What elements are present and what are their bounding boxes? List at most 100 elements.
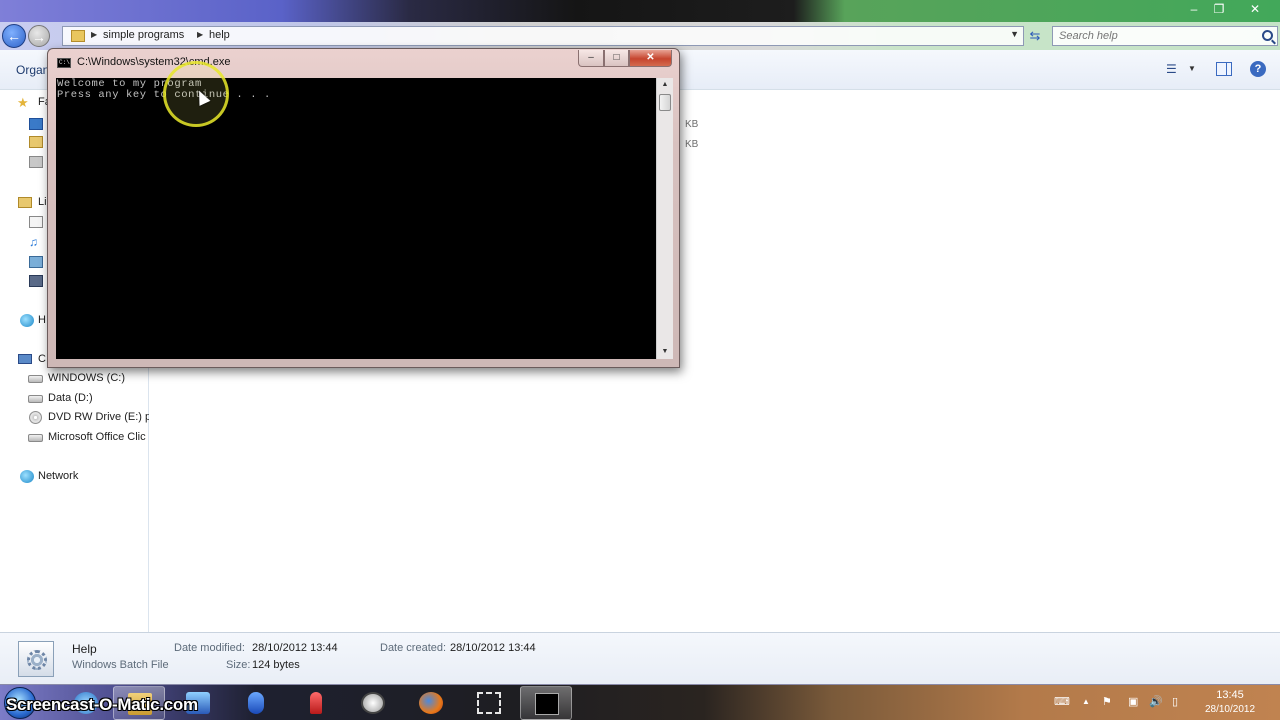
- nav-item-label: Data (D:): [48, 392, 93, 404]
- taskbar-firefox[interactable]: [405, 686, 457, 720]
- dvd-drive-icon: [29, 411, 42, 424]
- size-label: Size:: [226, 659, 251, 671]
- show-hidden-icons-icon[interactable]: ▲: [1082, 697, 1090, 706]
- organize-button[interactable]: Organ: [16, 63, 49, 77]
- cmd-icon: [535, 693, 559, 715]
- nav-item-label: H: [38, 314, 46, 326]
- chevron-right-icon[interactable]: ▶: [197, 30, 203, 39]
- close-icon: ✕: [646, 52, 655, 63]
- date-created-label: Date created:: [380, 642, 447, 654]
- screen-capture-icon: [477, 692, 501, 714]
- breadcrumb-item-simple-programs[interactable]: simple programs: [103, 29, 184, 41]
- batch-file-icon: [18, 641, 54, 677]
- battery-icon[interactable]: ▯: [1172, 695, 1178, 708]
- nav-item-label: Network: [38, 470, 79, 482]
- music-icon: ♫: [29, 235, 38, 249]
- libraries-icon: [18, 197, 32, 208]
- cmd-maximize-button[interactable]: □: [604, 50, 629, 67]
- minimize-icon[interactable]: –: [1183, 1, 1205, 17]
- date-modified-value: 28/10/2012 13:44: [252, 642, 338, 654]
- nav-item-label: WINDOWS (C:): [48, 372, 125, 384]
- search-input[interactable]: [1059, 29, 1249, 43]
- recording-watermark: Screencast-O-Matic.com: [6, 695, 198, 714]
- nav-item-label: Microsoft Office Clic: [48, 431, 146, 443]
- pictures-icon: [29, 256, 43, 268]
- refresh-icon: ⇆: [1029, 28, 1041, 43]
- keyboard-icon[interactable]: ⌨: [1054, 695, 1070, 708]
- folder-icon: [71, 30, 85, 42]
- search-box[interactable]: [1052, 26, 1278, 46]
- volume-icon[interactable]: 🔊: [1149, 695, 1163, 708]
- explorer-title-bar: – ❐ ✕: [0, 0, 1280, 22]
- maximize-icon: □: [613, 52, 620, 63]
- search-icon[interactable]: [1262, 30, 1273, 41]
- vertical-scrollbar[interactable]: ▲ ▼: [656, 78, 673, 359]
- cmd-close-button[interactable]: ✕: [629, 50, 672, 67]
- clock-date[interactable]: 28/10/2012: [1195, 704, 1265, 715]
- firefox-icon: [419, 692, 443, 714]
- file-size-cell: KB: [685, 139, 699, 150]
- hard-drive-icon: [28, 434, 43, 442]
- size-value: 124 bytes: [252, 659, 300, 671]
- scroll-up-icon[interactable]: ▲: [657, 78, 673, 92]
- hard-drive-icon: [28, 375, 43, 383]
- cmd-window[interactable]: C:\ C:\Windows\system32\cmd.exe – □ ✕ We…: [47, 48, 680, 368]
- cmd-icon: C:\: [57, 58, 71, 68]
- file-size-cell: KB: [685, 119, 699, 130]
- taskbar: Screencast-O-Matic.com ⌨ ▲ ⚑ ▣ 🔊 ▯ 13:45…: [0, 684, 1280, 720]
- back-button[interactable]: ←: [2, 24, 26, 48]
- view-icon[interactable]: ☰: [1166, 62, 1177, 76]
- chevron-right-icon[interactable]: ▶: [91, 30, 97, 39]
- nav-item-label: DVD RW Drive (E:) pu: [48, 411, 149, 423]
- clock-icon: [361, 692, 385, 714]
- nav-item-label: Li: [38, 196, 47, 208]
- desktop-icon: [29, 118, 43, 130]
- taskbar-screen-recorder[interactable]: [463, 686, 515, 720]
- back-arrow-icon: ←: [7, 28, 21, 44]
- documents-icon: [29, 216, 43, 228]
- taskbar-pin-app[interactable]: [290, 686, 342, 720]
- details-pane: Help Windows Batch File Date modified: 2…: [0, 632, 1280, 684]
- user-icon: [248, 692, 264, 714]
- forward-arrow-icon: →: [32, 29, 46, 45]
- file-name: Help: [72, 642, 97, 656]
- clock-time[interactable]: 13:45: [1195, 689, 1265, 701]
- computer-icon: [18, 354, 32, 364]
- breadcrumb-item-help[interactable]: help: [209, 29, 230, 41]
- restore-icon[interactable]: ❐: [1208, 1, 1230, 17]
- nav-item-label: C: [38, 353, 46, 365]
- network-icon: [20, 470, 34, 483]
- close-icon[interactable]: ✕: [1244, 1, 1266, 17]
- scrollbar-thumb[interactable]: [659, 94, 671, 111]
- star-icon: ★: [17, 95, 29, 110]
- help-icon[interactable]: ?: [1250, 61, 1266, 77]
- file-type: Windows Batch File: [72, 659, 169, 671]
- date-modified-label: Date modified:: [174, 642, 245, 654]
- recent-places-icon: [29, 156, 43, 168]
- console-output[interactable]: Welcome to my program Press any key to c…: [56, 78, 656, 359]
- taskbar-user-app[interactable]: [230, 686, 282, 720]
- nav-item-network[interactable]: Network: [0, 468, 149, 486]
- minimize-icon: –: [588, 52, 594, 63]
- taskbar-cmd[interactable]: [520, 686, 572, 720]
- gear-icon: [27, 650, 47, 670]
- homegroup-icon: [20, 314, 34, 327]
- forward-button[interactable]: →: [28, 25, 50, 47]
- nav-item-office-click[interactable]: Microsoft Office Clic: [0, 429, 149, 447]
- hard-drive-icon: [28, 395, 43, 403]
- nav-item-drive-d[interactable]: Data (D:): [0, 390, 149, 408]
- chevron-down-icon[interactable]: ▼: [1188, 64, 1196, 73]
- nav-item-drive-c[interactable]: WINDOWS (C:): [0, 370, 149, 388]
- nav-item-drive-e[interactable]: DVD RW Drive (E:) pu: [0, 409, 149, 427]
- taskbar-clock-app[interactable]: [347, 686, 399, 720]
- downloads-icon: [29, 136, 43, 148]
- address-bar[interactable]: ▶ simple programs ▶ help ▼: [62, 26, 1024, 46]
- preview-pane-icon[interactable]: [1216, 62, 1232, 76]
- cmd-minimize-button[interactable]: –: [578, 50, 604, 67]
- pushpin-icon: [310, 692, 322, 714]
- network-status-icon[interactable]: ▣: [1128, 695, 1138, 708]
- action-center-icon[interactable]: ⚑: [1102, 695, 1112, 708]
- refresh-button[interactable]: ⇆: [1026, 28, 1044, 44]
- scroll-down-icon[interactable]: ▼: [657, 345, 673, 359]
- chevron-down-icon[interactable]: ▼: [1010, 29, 1019, 39]
